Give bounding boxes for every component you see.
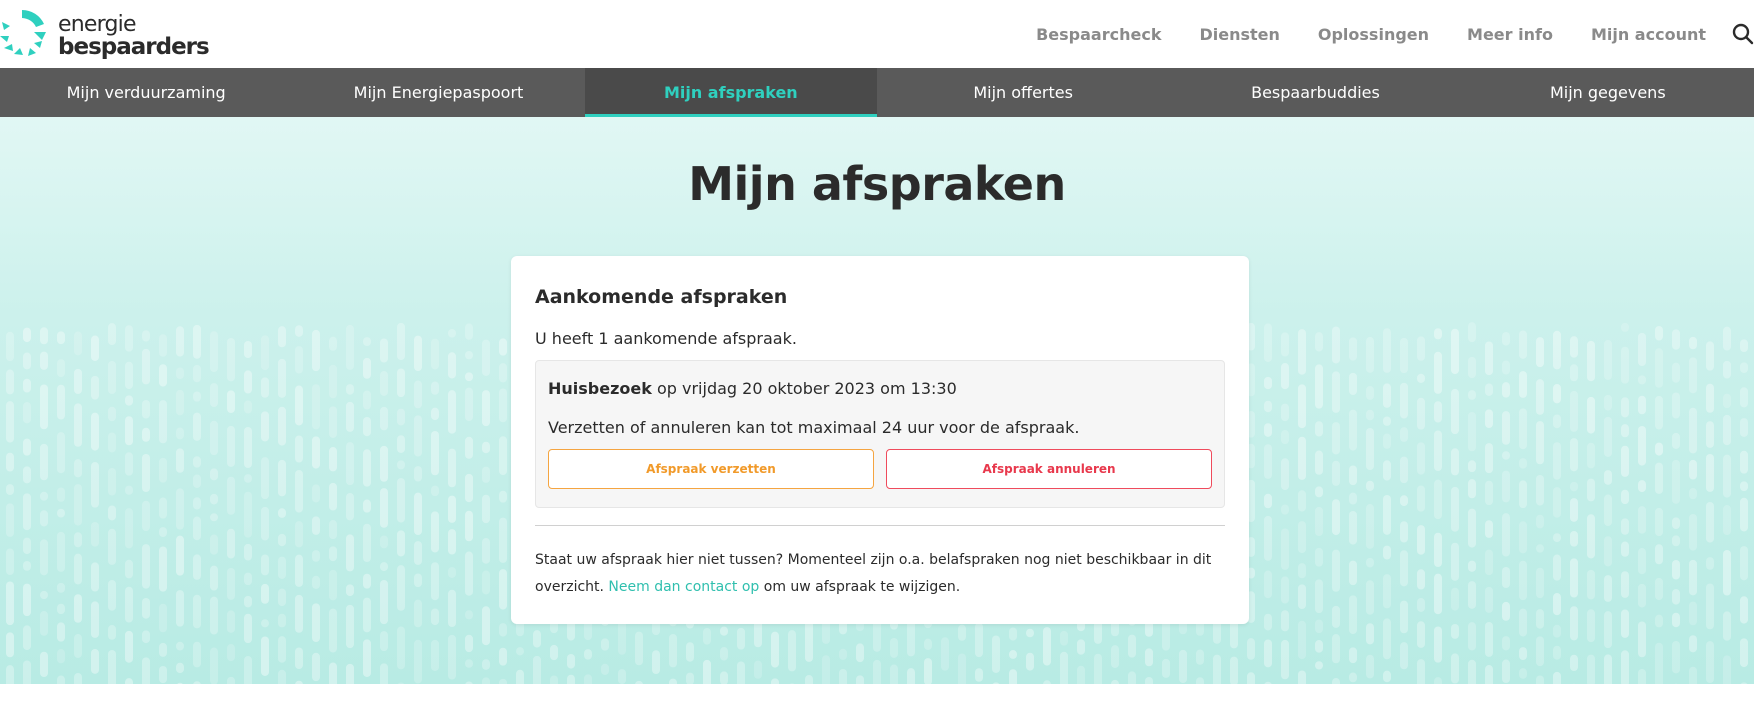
divider bbox=[535, 525, 1225, 526]
appointment-item: Huisbezoek op vrijdag 20 oktober 2023 om… bbox=[535, 360, 1225, 508]
reschedule-button[interactable]: Afspraak verzetten bbox=[548, 449, 874, 489]
account-tabbar: Mijn verduurzaming Mijn Energiepaspoort … bbox=[0, 68, 1754, 117]
footnote-after: om uw afspraak te wijzigen. bbox=[759, 579, 961, 595]
nav-diensten[interactable]: Diensten bbox=[1199, 25, 1279, 44]
appointments-card: Aankomende afspraken U heeft 1 aankomend… bbox=[511, 256, 1249, 624]
tab-mijn-offertes[interactable]: Mijn offertes bbox=[877, 68, 1169, 117]
tab-bespaarbuddies[interactable]: Bespaarbuddies bbox=[1169, 68, 1461, 117]
nav-mijn-account[interactable]: Mijn account bbox=[1591, 25, 1706, 44]
brand-logo[interactable]: energie bespaarders bbox=[0, 6, 210, 62]
search-icon[interactable] bbox=[1732, 23, 1754, 45]
footnote-text: Staat uw afspraak hier niet tussen? Mome… bbox=[535, 547, 1225, 601]
nav-bespaarcheck[interactable]: Bespaarcheck bbox=[1036, 25, 1161, 44]
cancel-appointment-button[interactable]: Afspraak annuleren bbox=[886, 449, 1212, 489]
tab-mijn-gegevens[interactable]: Mijn gegevens bbox=[1462, 68, 1754, 117]
appointment-type: Huisbezoek bbox=[548, 379, 652, 398]
page-title: Mijn afspraken bbox=[688, 157, 1066, 211]
nav-meer-info[interactable]: Meer info bbox=[1467, 25, 1553, 44]
appointment-datetime: op vrijdag 20 oktober 2023 om 13:30 bbox=[651, 379, 957, 398]
logo-line-2: bespaarders bbox=[58, 34, 210, 60]
nav-oplossingen[interactable]: Oplossingen bbox=[1318, 25, 1429, 44]
tab-mijn-verduurzaming[interactable]: Mijn verduurzaming bbox=[0, 68, 292, 117]
contact-link[interactable]: Neem dan contact op bbox=[608, 579, 759, 595]
appointment-note: Verzetten of annuleren kan tot maximaal … bbox=[548, 418, 1080, 437]
page-bottom bbox=[0, 684, 1754, 706]
top-navigation: Bespaarcheck Diensten Oplossingen Meer i… bbox=[998, 22, 1754, 46]
appointment-summary: Huisbezoek op vrijdag 20 oktober 2023 om… bbox=[548, 379, 957, 398]
tab-mijn-afspraken[interactable]: Mijn afspraken bbox=[584, 68, 878, 117]
appointment-count-text: U heeft 1 aankomende afspraak. bbox=[535, 329, 797, 348]
logo-mark-icon bbox=[0, 9, 46, 56]
logo-line-1: energie bbox=[58, 12, 136, 37]
logo-wordmark: energie bespaarders bbox=[58, 12, 210, 60]
tab-mijn-energiepaspoort[interactable]: Mijn Energiepaspoort bbox=[292, 68, 584, 117]
hero-section: Mijn afspraken Aankomende afspraken U he… bbox=[0, 117, 1754, 684]
card-title: Aankomende afspraken bbox=[535, 286, 788, 308]
site-header: energie bespaarders Bespaarcheck Dienste… bbox=[0, 0, 1754, 68]
